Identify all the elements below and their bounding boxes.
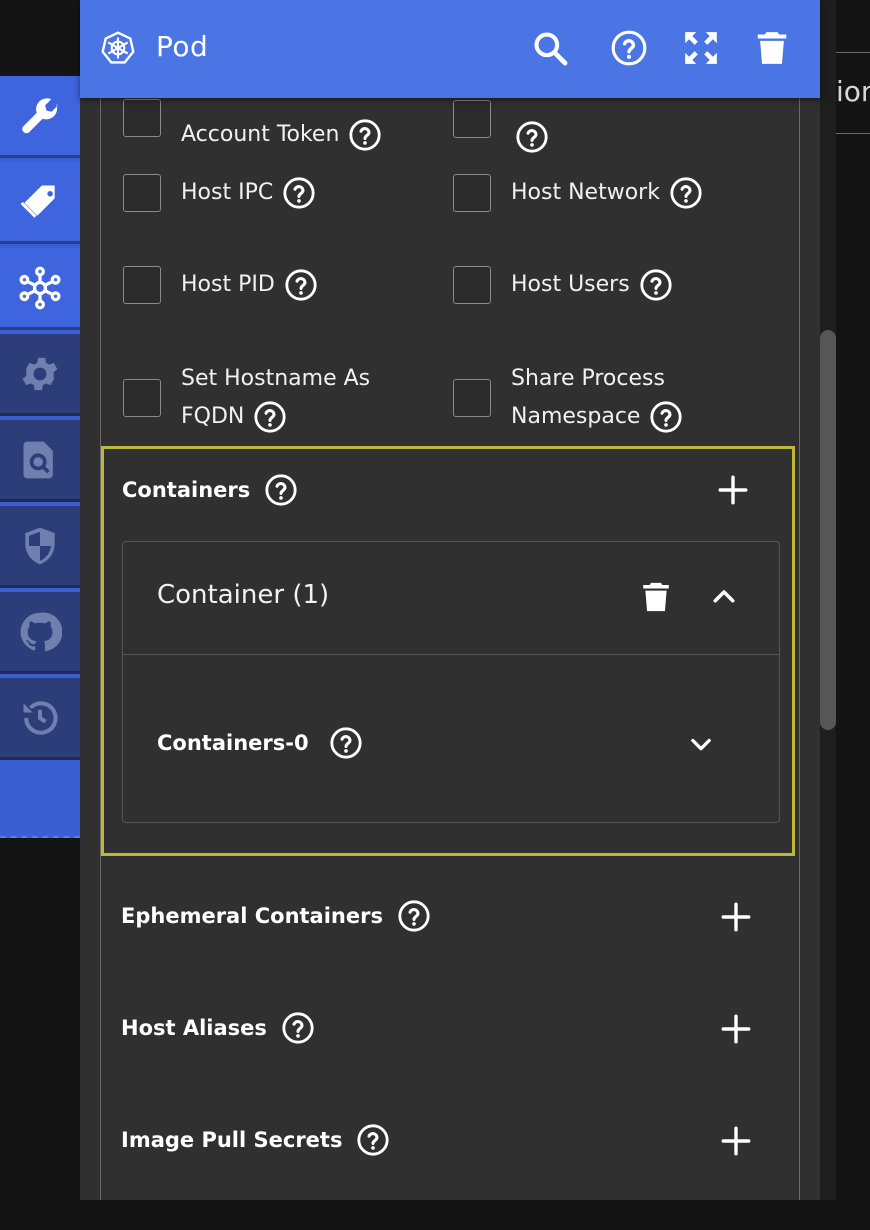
checkbox-row: Host IPC Host Network [101, 174, 801, 234]
help-icon[interactable] [515, 120, 549, 154]
help-icon[interactable] [253, 400, 287, 434]
help-icon[interactable] [264, 473, 298, 507]
checkbox-label: Share Process [511, 366, 665, 391]
container-card-header[interactable]: Container (1) [123, 542, 779, 655]
background-fragment-text: ion [836, 75, 870, 108]
network-icon [19, 266, 61, 309]
panel-header: Pod [80, 0, 820, 98]
checkbox-row: Set Hostname As FQDN Share Process Names… [101, 358, 801, 438]
page-title: Pod [156, 30, 209, 63]
checkbox-label: Namespace [511, 404, 641, 429]
search-icon [534, 32, 568, 66]
ephemeral-containers-section: Ephemeral Containers [101, 896, 801, 940]
sidebar-item-wrench[interactable] [0, 76, 80, 158]
history-icon [23, 700, 58, 735]
checkbox-label: Host Network [511, 180, 660, 205]
tags-icon [20, 185, 55, 218]
section-title: Containers [122, 478, 251, 502]
checkbox-label: Host IPC [181, 180, 274, 205]
chevron-down-icon[interactable] [687, 730, 715, 758]
wrench-icon [22, 97, 58, 133]
checkbox-item-host-network: Host Network [453, 174, 703, 212]
image-pull-secrets-section: Image Pull Secrets [101, 1120, 801, 1164]
checkbox-label: FQDN [181, 404, 245, 429]
host-aliases-section: Host Aliases [101, 1008, 801, 1052]
sidebar-item-security[interactable] [0, 506, 80, 588]
checkbox-unknown[interactable] [453, 100, 491, 138]
help-icon[interactable] [356, 1123, 390, 1157]
add-container-button[interactable] [716, 473, 750, 507]
container-card-title: Container (1) [157, 580, 330, 610]
search-file-icon [23, 441, 53, 478]
add-image-pull-secret-button[interactable] [719, 1124, 753, 1158]
sidebar-item-settings[interactable] [0, 334, 80, 416]
checkbox-label: Host PID [181, 272, 275, 297]
checkbox-host-ipc[interactable] [123, 174, 161, 212]
sidebar-item-inspect[interactable] [0, 420, 80, 502]
chevron-up-icon[interactable] [709, 582, 739, 612]
gear-icon [22, 357, 58, 390]
container-item-title: Containers-0 [157, 731, 309, 755]
checkbox-host-network[interactable] [453, 174, 491, 212]
section-title: Ephemeral Containers [121, 904, 383, 928]
container-item-header[interactable]: Containers-0 [157, 726, 363, 760]
shield-icon [25, 527, 55, 564]
checkbox-set-hostname-fqdn[interactable] [123, 379, 161, 417]
help-icon[interactable] [348, 118, 382, 152]
help-icon[interactable] [284, 268, 318, 302]
add-host-alias-button[interactable] [719, 1012, 753, 1046]
delete-icon[interactable] [639, 578, 673, 616]
sidebar-item-tags[interactable] [0, 162, 80, 244]
help-icon[interactable] [639, 268, 673, 302]
sidebar-item-network[interactable] [0, 248, 80, 330]
checkbox-item-host-ipc: Host IPC [123, 174, 316, 212]
delete-icon [757, 32, 787, 64]
checkbox-item-host-pid: Host PID [123, 266, 318, 304]
pod-panel: Pod Account Token Host IPC Host Network … [80, 0, 820, 1200]
help-button[interactable] [609, 28, 649, 68]
add-ephemeral-container-button[interactable] [719, 900, 753, 934]
section-title: Image Pull Secrets [121, 1128, 343, 1152]
checkbox-item-share-process-namespace: Share Process Namespace [453, 360, 683, 436]
checkbox-item-host-users: Host Users [453, 266, 673, 304]
fullscreen-icon [685, 32, 717, 64]
help-icon[interactable] [329, 726, 363, 760]
checkbox-label: Set Hostname As [181, 366, 371, 391]
containers-section-header: Containers [122, 473, 298, 507]
help-icon[interactable] [397, 899, 431, 933]
fullscreen-button[interactable] [681, 28, 721, 68]
help-icon[interactable] [281, 1011, 315, 1045]
checkbox-host-pid[interactable] [123, 266, 161, 304]
containers-section: Containers Container (1) Containers-0 [101, 446, 795, 856]
checkbox-label: Account Token [181, 122, 340, 147]
checkbox-host-users[interactable] [453, 266, 491, 304]
checkbox-item-set-hostname-fqdn: Set Hostname As FQDN [123, 360, 370, 436]
sidebar-item-history[interactable] [0, 678, 80, 760]
kubernetes-icon [101, 31, 135, 64]
scrollbar-thumb[interactable] [820, 330, 836, 730]
help-icon[interactable] [669, 176, 703, 210]
help-icon[interactable] [649, 400, 683, 434]
search-button[interactable] [530, 28, 570, 68]
form-scroll-area[interactable]: Account Token Host IPC Host Network Host… [100, 98, 800, 1200]
github-icon [20, 612, 62, 651]
checkbox-share-process-namespace[interactable] [453, 379, 491, 417]
help-icon[interactable] [282, 176, 316, 210]
container-card: Container (1) Containers-0 [122, 541, 780, 823]
background-panel-fragment: ion [836, 52, 870, 134]
sidebar-item-github[interactable] [0, 592, 80, 674]
delete-button[interactable] [752, 28, 792, 68]
help-icon [611, 30, 647, 66]
checkbox-label: Host Users [511, 272, 630, 297]
checkbox-account-token[interactable] [123, 99, 161, 137]
checkbox-row: Host PID Host Users [101, 266, 801, 326]
section-title: Host Aliases [121, 1016, 267, 1040]
